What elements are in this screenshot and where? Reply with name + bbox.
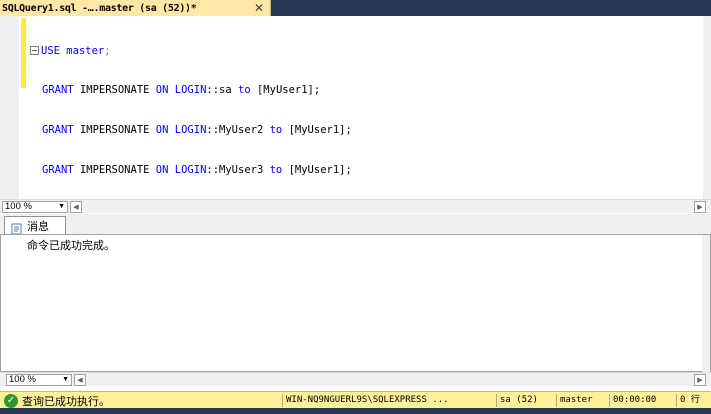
tab-messages[interactable]: 消息	[4, 216, 66, 234]
chevron-down-icon: ▼	[62, 376, 69, 383]
query-tab[interactable]: SQLQuery1.sql -….master (sa (52))* ✕	[0, 0, 271, 16]
status-server: WIN-NQ9NGUERL9S\SQLEXPRESS ...	[282, 394, 449, 407]
zoom-value: 100 %	[9, 374, 36, 385]
scroll-right-icon[interactable]: ▶	[694, 374, 706, 386]
keyword: GRANT	[42, 124, 74, 137]
code-text: [MyUser1];	[250, 84, 321, 97]
status-message: ✓ 查询已成功执行。	[4, 393, 110, 409]
change-tracking-bar	[21, 18, 26, 88]
editor-horizontal-scrollbar[interactable]: 100 % ▼ ◀ ▶	[0, 199, 711, 213]
keyword: ON	[155, 84, 169, 97]
keyword: master	[66, 44, 105, 57]
status-user: sa (52)	[496, 394, 538, 407]
keyword: USE	[41, 44, 60, 57]
scroll-left-icon[interactable]: ◀	[74, 374, 86, 386]
zoom-dropdown-results[interactable]: 100 % ▼	[6, 374, 72, 386]
query-tab-title: SQLQuery1.sql -….master (sa (52))*	[2, 2, 197, 14]
result-message: 命令已成功完成。	[27, 239, 115, 252]
keyword: GRANT	[42, 164, 74, 177]
status-bar: ✓ 查询已成功执行。 WIN-NQ9NGUERL9S\SQLEXPRESS ..…	[0, 391, 711, 408]
code-text: ::sa	[206, 84, 238, 97]
messages-icon	[11, 220, 23, 234]
code-punct: ;	[104, 44, 111, 57]
status-elapsed: 00:00:00	[609, 394, 656, 407]
messages-vertical-scrollbar[interactable]	[702, 235, 710, 373]
code-text: ::MyUser2	[206, 124, 270, 137]
status-text: 查询已成功执行。	[22, 395, 110, 408]
keyword: LOGIN	[174, 164, 207, 177]
keyword: GRANT	[42, 84, 74, 97]
editor-vertical-scrollbar[interactable]	[703, 16, 711, 199]
code-text: IMPERSONATE	[73, 84, 156, 97]
code-text: [MyUser1];	[282, 164, 352, 177]
code-text: ::MyUser3	[206, 164, 270, 177]
query-editor[interactable]: − USE master; GRANT IMPERSONATE ON LOGIN:…	[0, 16, 711, 216]
check-circle-icon: ✓	[4, 394, 18, 408]
code-text: IMPERSONATE	[73, 124, 156, 137]
code-text: [MyUser1];	[282, 124, 352, 137]
messages-pane[interactable]: 命令已成功完成。	[0, 234, 711, 373]
code-line: GRANT IMPERSONATE ON LOGIN::sa to [MyUse…	[30, 84, 352, 97]
keyword: LOGIN	[174, 124, 207, 137]
close-icon[interactable]: ✕	[254, 1, 264, 15]
code-line: GRANT IMPERSONATE ON LOGIN::MyUser3 to […	[30, 164, 352, 177]
results-tab-strip: 消息	[0, 214, 711, 234]
code-text: IMPERSONATE	[73, 164, 156, 177]
keyword: ON	[155, 164, 169, 177]
scroll-left-icon[interactable]: ◀	[70, 201, 82, 213]
keyword: to	[238, 84, 251, 97]
collapse-icon[interactable]: −	[30, 45, 39, 55]
code-line: − USE master;	[30, 45, 352, 58]
zoom-dropdown[interactable]: 100 % ▼	[2, 201, 68, 213]
tab-messages-label: 消息	[27, 219, 49, 233]
keyword: to	[269, 164, 283, 177]
zoom-value: 100 %	[5, 201, 32, 212]
keyword: to	[269, 124, 283, 137]
keyword: ON	[155, 124, 169, 137]
status-rows: 0 行	[676, 394, 700, 407]
messages-horizontal-scrollbar[interactable]: 100 % ▼ ◀ ▶	[0, 372, 711, 386]
status-database: master	[556, 394, 593, 407]
document-tab-strip: SQLQuery1.sql -….master (sa (52))* ✕	[0, 0, 711, 16]
scroll-right-icon[interactable]: ▶	[694, 201, 706, 213]
editor-gutter	[0, 16, 19, 199]
chevron-down-icon: ▼	[58, 203, 65, 210]
code-line: GRANT IMPERSONATE ON LOGIN::MyUser2 to […	[30, 124, 352, 137]
keyword: LOGIN	[174, 84, 207, 97]
window-bottom-edge	[0, 408, 711, 414]
